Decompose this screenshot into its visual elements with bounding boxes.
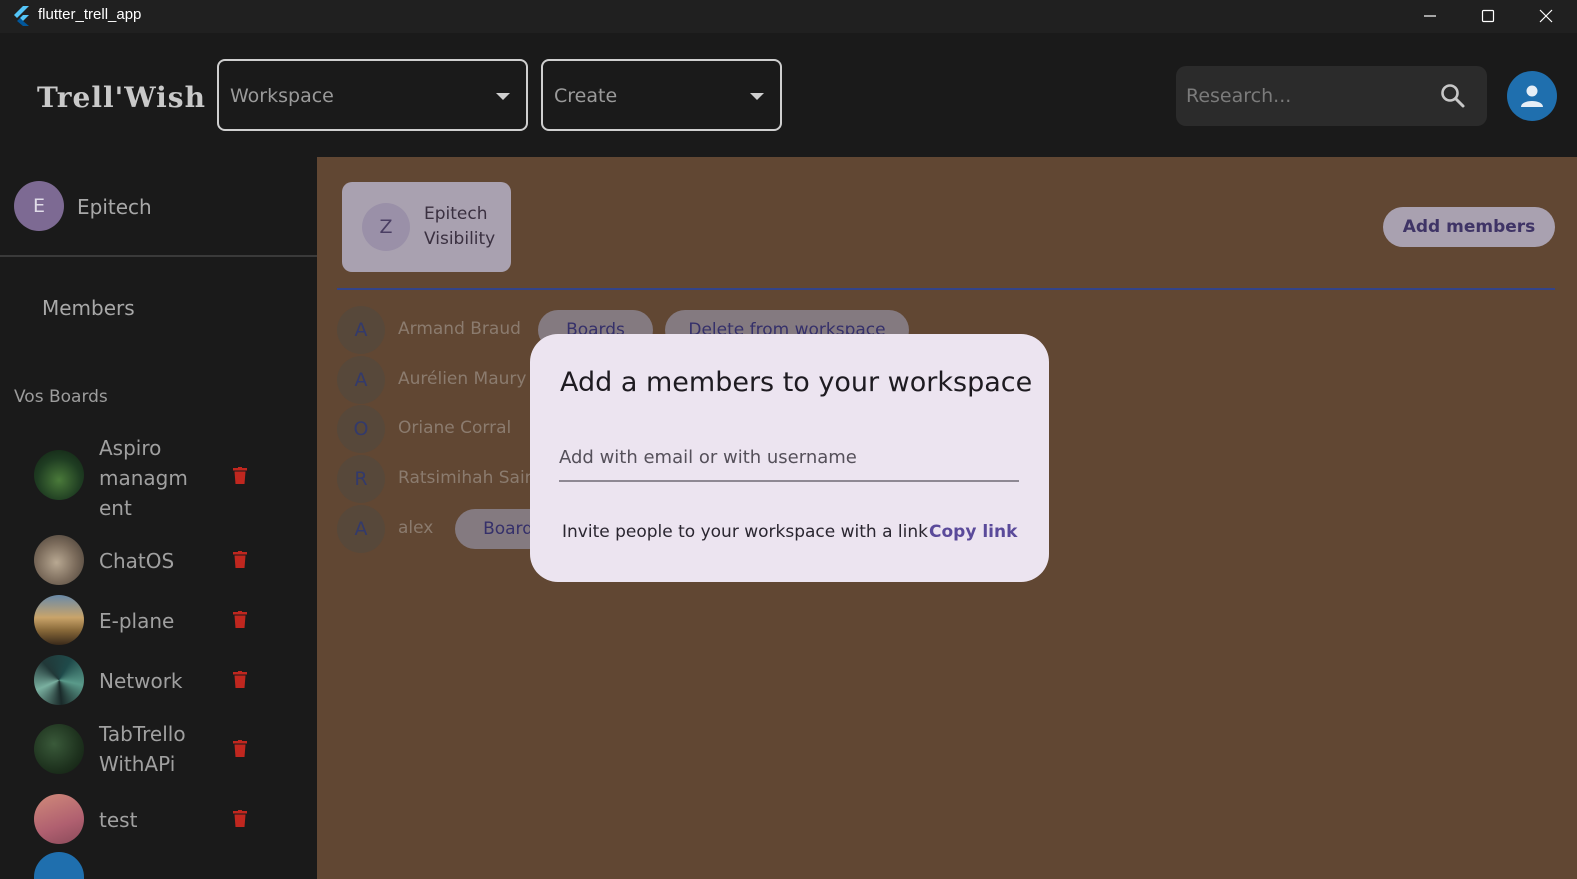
member-avatar: A — [337, 306, 385, 354]
workspace-card-avatar: Z — [362, 203, 410, 251]
member-avatar: O — [337, 405, 385, 453]
board-thumbnail — [34, 724, 84, 774]
close-icon — [1539, 9, 1553, 23]
sidebar-board-item[interactable]: Network — [0, 655, 317, 705]
flutter-logo-icon — [14, 6, 29, 26]
dialog-title: Add a members to your workspace — [560, 367, 1033, 398]
chevron-down-icon — [750, 93, 764, 100]
board-name: test — [99, 808, 138, 832]
member-avatar: A — [337, 505, 385, 553]
chevron-down-icon — [496, 93, 510, 100]
minimize-icon — [1424, 15, 1436, 17]
search-box — [1176, 66, 1487, 126]
workspace-avatar: E — [14, 181, 64, 231]
sidebar-board-item[interactable]: test — [0, 794, 317, 844]
member-email-input[interactable] — [559, 434, 1019, 482]
sidebar: E Epitech Members Vos Boards Aspiro mana… — [0, 157, 317, 879]
delete-icon[interactable] — [233, 551, 247, 568]
board-name: ChatOS — [99, 549, 175, 573]
app-bar: Trell'Wish Workspace Create — [0, 33, 1577, 157]
board-name: Network — [99, 669, 183, 693]
workspace-name[interactable]: Epitech — [77, 195, 152, 219]
board-thumbnail — [34, 450, 84, 500]
board-thumbnail — [34, 595, 84, 645]
workspace-dropdown-value: Workspace — [230, 85, 334, 107]
member-avatar: R — [337, 455, 385, 503]
workspace-card-title: Epitech — [424, 204, 488, 224]
brand-logo: Trell'Wish — [37, 81, 206, 114]
board-thumbnail — [34, 655, 84, 705]
window-title-bar: flutter_trell_app — [0, 0, 1577, 33]
add-members-button[interactable]: Add members — [1383, 207, 1555, 247]
boards-heading: Vos Boards — [14, 387, 108, 407]
member-name: Aurélien Maury — [398, 369, 527, 389]
workspace-card-visibility: Visibility — [424, 229, 496, 249]
add-member-dialog: Add a members to your workspace Invite p… — [530, 334, 1049, 582]
minimize-button[interactable] — [1401, 0, 1459, 33]
delete-icon[interactable] — [233, 740, 247, 757]
board-thumbnail[interactable] — [34, 852, 84, 879]
maximize-icon — [1481, 9, 1495, 23]
delete-icon[interactable] — [233, 611, 247, 628]
search-input[interactable] — [1186, 78, 1426, 114]
delete-icon[interactable] — [233, 671, 247, 688]
person-icon — [1521, 85, 1543, 107]
invite-link-text: Invite people to your workspace with a l… — [562, 522, 928, 542]
window-title: flutter_trell_app — [38, 6, 142, 23]
create-dropdown-value: Create — [554, 85, 618, 107]
sidebar-board-item[interactable]: ChatOS — [0, 535, 317, 585]
sidebar-item-members[interactable]: Members — [42, 296, 135, 320]
sidebar-board-item[interactable]: E-plane — [0, 595, 317, 645]
sidebar-divider — [0, 255, 317, 257]
create-dropdown[interactable]: Create — [541, 59, 782, 131]
profile-avatar-button[interactable] — [1507, 71, 1557, 121]
search-icon[interactable] — [1440, 83, 1466, 109]
board-name: E-plane — [99, 609, 175, 633]
workspace-dropdown[interactable]: Workspace — [217, 59, 528, 131]
board-thumbnail — [34, 794, 84, 844]
maximize-button[interactable] — [1459, 0, 1517, 33]
member-name: alex — [398, 518, 434, 538]
member-name: Oriane Corral — [398, 418, 512, 438]
board-thumbnail — [34, 535, 84, 585]
member-name: Ratsimihah Saina — [398, 468, 546, 488]
board-name: TabTrello WithAPi — [99, 722, 186, 776]
board-name: Aspiro managm ent — [99, 436, 188, 520]
sidebar-board-item[interactable]: Aspiro managm ent — [0, 433, 317, 523]
workspace-card[interactable]: Z Epitech Visibility — [342, 182, 511, 272]
close-window-button[interactable] — [1517, 0, 1575, 33]
delete-icon[interactable] — [233, 810, 247, 827]
main-divider — [337, 288, 1555, 290]
sidebar-board-item[interactable]: TabTrello WithAPi — [0, 719, 317, 779]
member-avatar: A — [337, 356, 385, 404]
delete-icon[interactable] — [233, 467, 247, 484]
member-name: Armand Braud — [398, 319, 521, 339]
copy-link-button[interactable]: Copy link — [929, 522, 1017, 542]
